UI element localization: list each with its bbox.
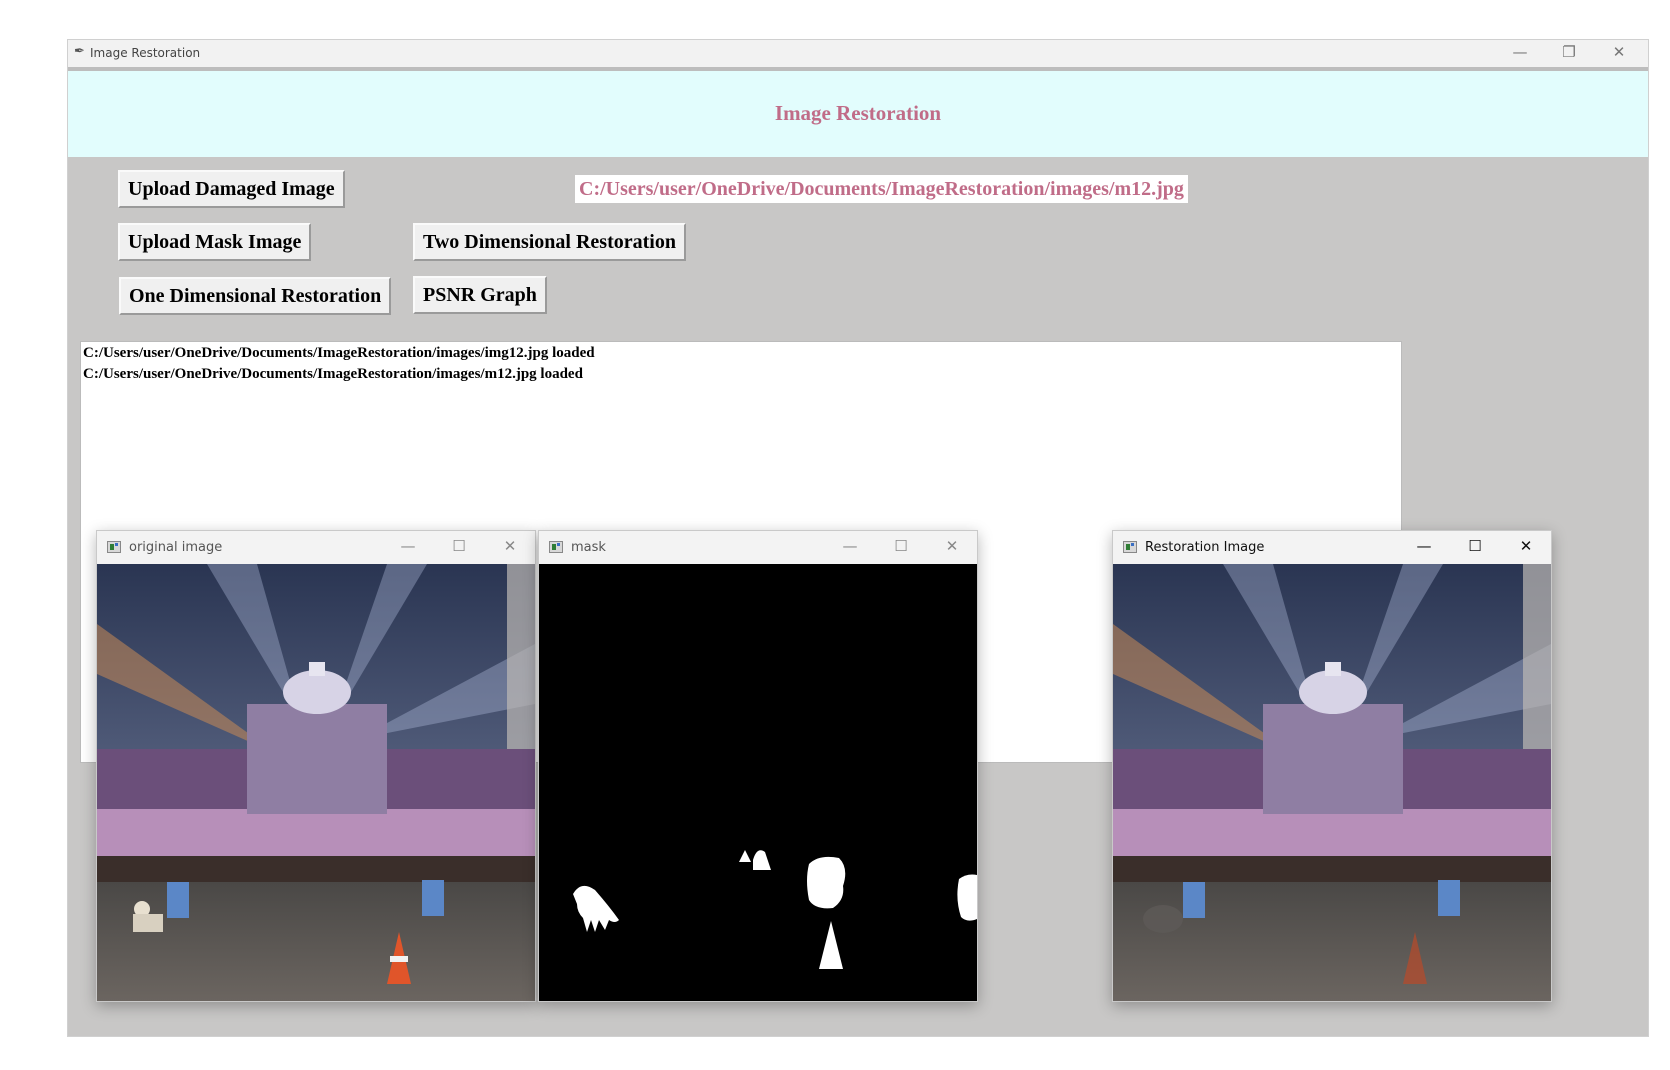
- upload-mask-image-button[interactable]: Upload Mask Image: [118, 223, 312, 261]
- restoration-image: [1113, 564, 1551, 1001]
- opencv-window-icon: [107, 541, 121, 553]
- cv-window-title: original image: [129, 540, 223, 555]
- upload-damaged-image-button[interactable]: Upload Damaged Image: [118, 170, 345, 208]
- window-titlebar: ✒ Image Restoration — ❐ ✕: [68, 40, 1648, 71]
- opencv-window-icon: [1123, 541, 1137, 553]
- cv-titlebar: original image — ☐ ✕: [97, 531, 535, 564]
- minimize-button[interactable]: —: [1415, 537, 1433, 555]
- psnr-graph-button[interactable]: PSNR Graph: [413, 276, 547, 314]
- maximize-button[interactable]: ☐: [450, 537, 468, 555]
- close-button[interactable]: ✕: [943, 537, 961, 555]
- console-line: C:/Users/user/OneDrive/Documents/ImageRe…: [83, 345, 595, 361]
- window-title: Image Restoration: [90, 46, 201, 60]
- original-image: [97, 564, 535, 1001]
- close-button[interactable]: ✕: [1517, 537, 1535, 555]
- maximize-button[interactable]: ☐: [892, 537, 910, 555]
- mask-window[interactable]: mask — ☐ ✕: [538, 530, 978, 1002]
- original-image-window[interactable]: original image — ☐ ✕: [96, 530, 536, 1002]
- app-header: Image Restoration: [68, 71, 1648, 157]
- close-button[interactable]: ✕: [501, 537, 519, 555]
- console-line: C:/Users/user/OneDrive/Documents/ImageRe…: [83, 366, 583, 382]
- one-dimensional-restoration-button[interactable]: One Dimensional Restoration: [119, 277, 392, 315]
- opencv-window-icon: [549, 541, 563, 553]
- cv-titlebar: mask — ☐ ✕: [539, 531, 977, 564]
- cv-titlebar: Restoration Image — ☐ ✕: [1113, 531, 1551, 564]
- minimize-button[interactable]: —: [399, 537, 417, 555]
- close-button[interactable]: ✕: [1609, 43, 1629, 61]
- minimize-button[interactable]: —: [841, 537, 859, 555]
- page-title: Image Restoration: [774, 101, 942, 125]
- restoration-image-window[interactable]: Restoration Image — ☐ ✕: [1112, 530, 1552, 1002]
- cv-window-title: Restoration Image: [1145, 540, 1265, 555]
- two-dimensional-restoration-button[interactable]: Two Dimensional Restoration: [413, 223, 686, 261]
- maximize-button[interactable]: ☐: [1466, 537, 1484, 555]
- minimize-button[interactable]: —: [1510, 43, 1530, 61]
- selected-path-label: C:/Users/user/OneDrive/Documents/ImageRe…: [575, 175, 1188, 203]
- maximize-button[interactable]: ❐: [1559, 43, 1579, 61]
- mask-image: [539, 564, 977, 1001]
- cv-window-title: mask: [571, 540, 606, 555]
- feather-icon: ✒: [74, 44, 85, 59]
